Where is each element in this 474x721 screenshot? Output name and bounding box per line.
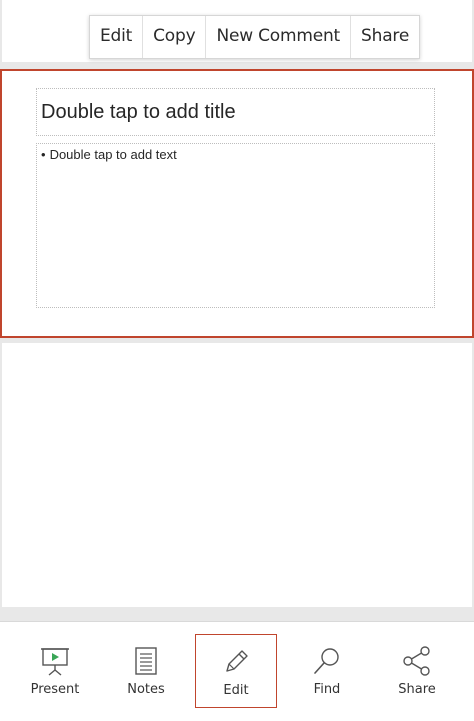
body-placeholder[interactable]: • Double tap to add text [36, 143, 435, 308]
next-slide[interactable] [2, 343, 472, 607]
toolbar-find-button[interactable]: Find [286, 634, 368, 708]
selected-slide[interactable]: Double tap to add title • Double tap to a… [0, 69, 474, 338]
toolbar-edit-button[interactable]: Edit [195, 634, 277, 708]
bottom-toolbar: Present Notes Edit Find Share [0, 621, 474, 721]
context-menu-copy[interactable]: Copy [143, 16, 207, 58]
present-icon [41, 648, 69, 676]
toolbar-present-label: Present [30, 682, 80, 697]
context-menu-new-comment[interactable]: New Comment [206, 16, 352, 58]
search-icon [314, 648, 339, 674]
toolbar-find-label: Find [313, 682, 341, 697]
context-menu: Edit Copy New Comment Share [89, 15, 421, 59]
toolbar-notes-button[interactable]: Notes [105, 634, 187, 708]
title-placeholder[interactable]: Double tap to add title [36, 88, 435, 136]
toolbar-share-button[interactable]: Share [376, 634, 458, 708]
bullet-mark: • [41, 147, 46, 162]
toolbar-share-label: Share [398, 682, 436, 697]
share-icon [403, 646, 430, 676]
slides-screen: Edit Copy New Comment Share Double tap t… [0, 0, 474, 721]
context-menu-share[interactable]: Share [351, 16, 419, 58]
toolbar-notes-label: Notes [127, 682, 165, 697]
title-placeholder-text: Double tap to add title [41, 101, 236, 123]
context-menu-edit[interactable]: Edit [90, 16, 144, 58]
pencil-icon [226, 650, 248, 672]
toolbar-edit-label: Edit [223, 683, 249, 698]
notes-icon [135, 647, 157, 675]
toolbar-present-button[interactable]: Present [14, 634, 96, 708]
body-placeholder-text: Double tap to add text [49, 147, 177, 162]
